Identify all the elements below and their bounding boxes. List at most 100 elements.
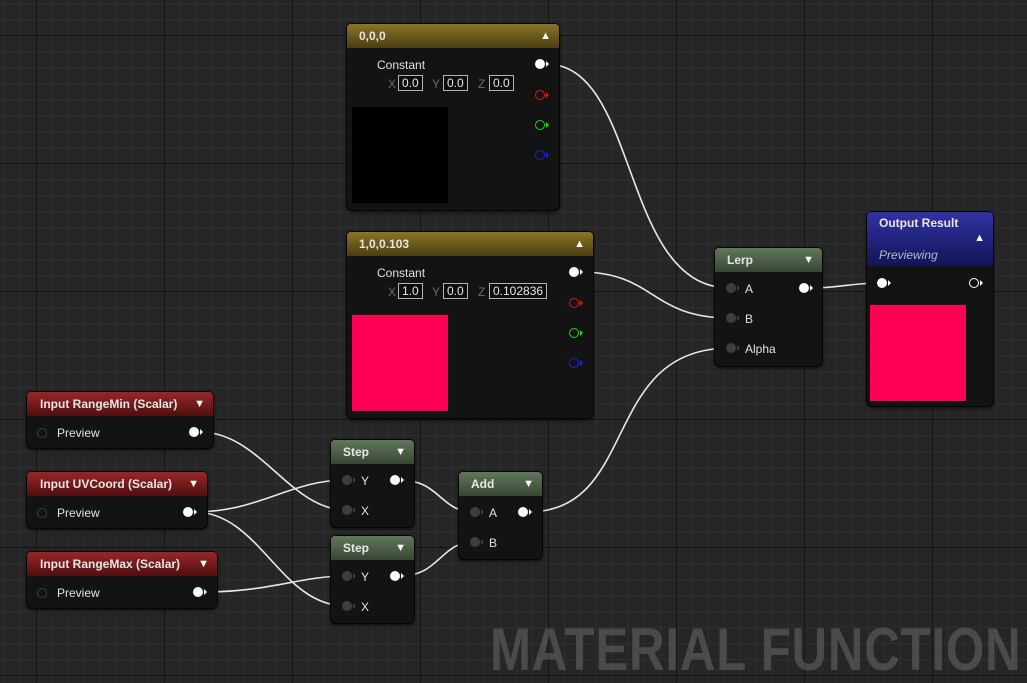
node-title: Input RangeMax (Scalar): [40, 557, 181, 571]
z-value-field[interactable]: 0.102836: [489, 283, 548, 299]
green-output-pin[interactable]: [535, 120, 549, 130]
input-rangemax-node[interactable]: Input RangeMax (Scalar) ▼ Preview: [27, 552, 217, 608]
node-header[interactable]: 1,0,0.103 ▲: [347, 232, 593, 256]
input-uvcoord-node[interactable]: Input UVCoord (Scalar) ▼ Preview: [27, 472, 207, 528]
node-header[interactable]: 0,0,0 ▲: [347, 24, 559, 48]
color-preview-swatch: [870, 305, 966, 401]
node-header[interactable]: Step ▼: [331, 536, 414, 560]
node-header[interactable]: Lerp ▼: [715, 248, 822, 272]
node-header[interactable]: Input UVCoord (Scalar) ▼: [27, 472, 207, 496]
node-header[interactable]: Input RangeMax (Scalar) ▼: [27, 552, 217, 576]
node-header[interactable]: Step ▼: [331, 440, 414, 464]
wire-const-pink-to-lerp-b: [579, 271, 731, 319]
output-pin[interactable]: [193, 587, 207, 597]
wire-uvcoord-to-step1-y: [193, 479, 347, 513]
input-rangemin-node[interactable]: Input RangeMin (Scalar) ▼ Preview: [27, 392, 213, 448]
output-pin[interactable]: [969, 278, 983, 288]
expand-arrow-icon[interactable]: ▼: [395, 536, 406, 560]
y-value-field[interactable]: 0.0: [443, 75, 468, 91]
collapse-arrow-icon[interactable]: ▲: [974, 226, 985, 250]
node-title: Add: [471, 477, 495, 491]
pin-label-x: X: [361, 504, 370, 518]
x-label: X: [388, 285, 397, 299]
expand-arrow-icon[interactable]: ▼: [194, 392, 205, 416]
pin-label-alpha: Alpha: [745, 342, 776, 356]
y-label: Y: [432, 285, 441, 299]
pin-label-y: Y: [361, 474, 370, 488]
output-pin[interactable]: [189, 427, 203, 437]
y-label: Y: [432, 77, 441, 91]
constant-label: Constant: [377, 58, 426, 72]
node-title: 1,0,0.103: [359, 237, 410, 251]
expand-arrow-icon[interactable]: ▼: [395, 440, 406, 464]
input-pin-a[interactable]: [470, 507, 484, 517]
output-pin[interactable]: [390, 571, 404, 581]
node-header[interactable]: Input RangeMin (Scalar) ▼: [27, 392, 213, 416]
expand-arrow-icon[interactable]: ▼: [803, 248, 814, 272]
input-pin-a[interactable]: [726, 283, 740, 293]
green-output-pin[interactable]: [569, 328, 583, 338]
pin-label-a: A: [745, 282, 754, 296]
input-pin-y[interactable]: [342, 571, 356, 581]
preview-input-pin[interactable]: [37, 428, 47, 438]
node-title: Lerp: [727, 253, 754, 267]
wire-rangemax-to-step2-y: [203, 575, 347, 593]
pin-label-b: B: [745, 312, 754, 326]
blue-output-pin[interactable]: [535, 150, 549, 160]
constant-node-black[interactable]: 0,0,0 ▲ Constant X 0.0 Y 0.0 Z 0.0: [347, 24, 559, 210]
node-title: 0,0,0: [359, 29, 386, 43]
step-node-2[interactable]: Step ▼ Y X: [331, 536, 414, 623]
input-pin-x[interactable]: [342, 601, 356, 611]
preview-label: Preview: [57, 586, 100, 600]
lerp-node[interactable]: Lerp ▼ A B Alpha: [715, 248, 822, 366]
input-pin[interactable]: [877, 278, 891, 288]
add-node[interactable]: Add ▼ A B: [459, 472, 542, 559]
color-preview-swatch: [352, 315, 448, 411]
graph-type-watermark: MATERIAL FUNCTION: [490, 616, 1022, 683]
constant-node-pink[interactable]: 1,0,0.103 ▲ Constant X 1.0 Y 0.0 Z 0.102…: [347, 232, 593, 418]
x-value-field[interactable]: 0.0: [398, 75, 423, 91]
z-value-field[interactable]: 0.0: [489, 75, 514, 91]
expand-arrow-icon[interactable]: ▼: [188, 472, 199, 496]
node-title: Output Result: [879, 216, 959, 230]
expand-arrow-icon[interactable]: ▼: [198, 552, 209, 576]
rgb-output-pin[interactable]: [569, 267, 583, 277]
x-value-field[interactable]: 1.0: [398, 283, 423, 299]
node-title: Input UVCoord (Scalar): [40, 477, 173, 491]
expand-arrow-icon[interactable]: ▼: [523, 472, 534, 496]
input-pin-b[interactable]: [470, 537, 484, 547]
node-header[interactable]: Add ▼: [459, 472, 542, 496]
node-header[interactable]: Output Result Previewing ▲: [867, 212, 993, 266]
input-pin-b[interactable]: [726, 313, 740, 323]
preview-input-pin[interactable]: [37, 508, 47, 518]
rgb-output-pin[interactable]: [535, 59, 549, 69]
x-label: X: [388, 77, 397, 91]
input-pin-x[interactable]: [342, 505, 356, 515]
input-pin-y[interactable]: [342, 475, 356, 485]
wire-rangemin-to-step1-x: [199, 431, 347, 511]
collapse-arrow-icon[interactable]: ▲: [574, 232, 585, 256]
collapse-arrow-icon[interactable]: ▲: [540, 24, 551, 48]
preview-input-pin[interactable]: [37, 588, 47, 598]
input-pin-alpha[interactable]: [726, 343, 740, 353]
preview-label: Preview: [57, 506, 100, 520]
output-pin[interactable]: [518, 507, 532, 517]
output-result-node[interactable]: Output Result Previewing ▲: [867, 212, 993, 406]
output-pin[interactable]: [799, 283, 813, 293]
constant-label: Constant: [377, 266, 426, 280]
node-title: Input RangeMin (Scalar): [40, 397, 178, 411]
blue-output-pin[interactable]: [569, 358, 583, 368]
red-output-pin[interactable]: [569, 298, 583, 308]
pin-label-b: B: [489, 536, 498, 550]
z-label: Z: [478, 285, 486, 299]
pin-label-x: X: [361, 600, 370, 614]
preview-label: Preview: [57, 426, 100, 440]
node-title: Step: [343, 541, 370, 555]
step-node-1[interactable]: Step ▼ Y X: [331, 440, 414, 527]
z-label: Z: [478, 77, 486, 91]
output-pin[interactable]: [390, 475, 404, 485]
y-value-field[interactable]: 0.0: [443, 283, 468, 299]
pin-label-a: A: [489, 506, 498, 520]
red-output-pin[interactable]: [535, 90, 549, 100]
output-pin[interactable]: [183, 507, 197, 517]
